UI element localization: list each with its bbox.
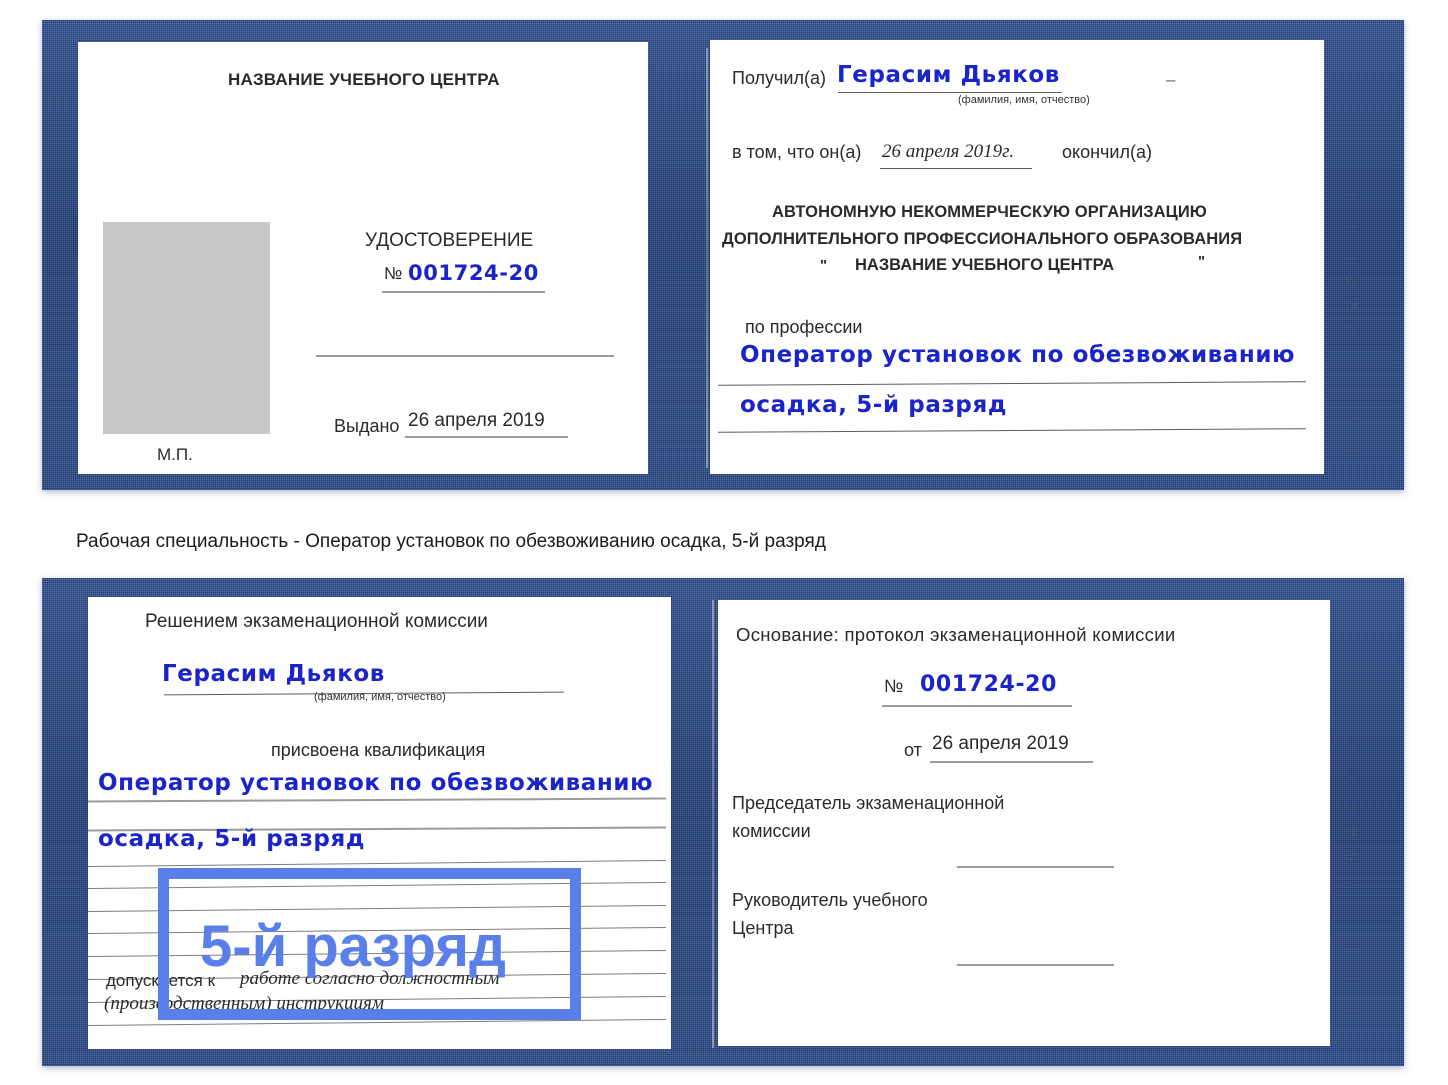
protocol-date-rule	[930, 761, 1093, 763]
organization-name: НАЗВАНИЕ УЧЕБНОГО ЦЕНТРА	[855, 256, 1115, 274]
commission-decision-title: Решением экзаменационной комиссии	[145, 611, 488, 632]
training-center-title: НАЗВАНИЕ УЧЕБНОГО ЦЕНТРА	[228, 70, 500, 89]
blank-rule-1	[316, 355, 614, 357]
chairman-signature-rule	[957, 866, 1114, 868]
page-caption: Рабочая специальность - Оператор установ…	[76, 531, 826, 552]
certificate-bottom-gutter	[712, 600, 714, 1048]
fio-hint: (фамилия, имя, отчество)	[958, 94, 1090, 106]
certificate-top-right-page: Получил(а) Герасим Дьяков (фамилия, имя,…	[710, 40, 1324, 474]
completion-date-value: 26 апреля 2019г.	[882, 141, 1014, 162]
highlight-label: 5-й разряд	[200, 914, 506, 979]
number-rule	[382, 291, 545, 293]
issued-rule	[405, 436, 568, 438]
completion-date-rule	[880, 168, 1032, 169]
organization-quote-close: "	[1198, 253, 1206, 270]
stamp-place-label: М.П.	[157, 445, 193, 464]
ruled-line-1	[87, 797, 667, 803]
certificate-bottom-right-page: Основание: протокол экзаменационной коми…	[718, 600, 1330, 1046]
organization-quote-open: "	[820, 257, 828, 274]
certificate-top-gutter	[706, 48, 708, 468]
issued-date-value: 26 апреля 2019	[408, 410, 545, 431]
ruled-line-10	[88, 1018, 666, 1027]
basis-label: Основание: протокол экзаменационной коми…	[736, 624, 1176, 645]
profession-value-line-1: Оператор установок по обезвоживанию	[740, 342, 1296, 368]
profession-label: по профессии	[745, 317, 863, 337]
recipient-name-value: Герасим Дьяков	[837, 62, 1060, 88]
graduate-name-value: Герасим Дьяков	[162, 661, 385, 687]
fio-hint-bottom: (фамилия, имя, отчество)	[314, 691, 446, 703]
organization-line-1: АВТОНОМНУЮ НЕКОММЕРЧЕСКУЮ ОРГАНИЗАЦИЮ	[772, 203, 1207, 221]
ruled-line-3	[88, 859, 666, 868]
from-label: от	[904, 740, 922, 760]
head-label-line-2: Центра	[732, 918, 794, 938]
in-that-label: в том, что он(а)	[732, 142, 862, 162]
qualification-value-line-1: Оператор установок по обезвоживанию	[98, 770, 654, 796]
recipient-name-rule	[838, 92, 1062, 93]
head-signature-rule	[957, 964, 1114, 966]
protocol-date-value: 26 апреля 2019	[932, 733, 1069, 754]
profession-rule-1	[718, 381, 1306, 386]
edge-dash-mark: –	[1166, 70, 1176, 89]
qualification-label: присвоена квалификация	[271, 740, 486, 760]
document-type-label: УДОСТОВЕРЕНИЕ	[365, 230, 534, 251]
photo-placeholder	[103, 222, 270, 434]
qualification-value-line-2: осадка, 5-й разряд	[98, 826, 366, 852]
protocol-number-symbol: №	[884, 676, 904, 696]
chairman-label-line-1: Председатель экзаменационной	[732, 793, 1005, 813]
certificate-top-left-page: НАЗВАНИЕ УЧЕБНОГО ЦЕНТРА УДОСТОВЕРЕНИЕ №…	[78, 42, 648, 474]
profession-value-line-2: осадка, 5-й разряд	[740, 392, 1008, 418]
head-label-line-1: Руководитель учебного	[732, 890, 928, 910]
profession-rule-2	[718, 428, 1306, 433]
certificate-number-value: 001724-20	[408, 261, 540, 285]
protocol-number-value: 001724-20	[920, 672, 1057, 697]
chairman-label-line-2: комиссии	[732, 821, 811, 841]
received-label: Получил(а)	[732, 68, 826, 88]
issued-label: Выдано	[334, 416, 400, 436]
organization-line-2: ДОПОЛНИТЕЛЬНОГО ПРОФЕССИОНАЛЬНОГО ОБРАЗО…	[722, 230, 1243, 248]
protocol-number-rule	[882, 705, 1072, 707]
finished-label: окончил(а)	[1062, 142, 1152, 162]
number-symbol: №	[384, 264, 403, 283]
